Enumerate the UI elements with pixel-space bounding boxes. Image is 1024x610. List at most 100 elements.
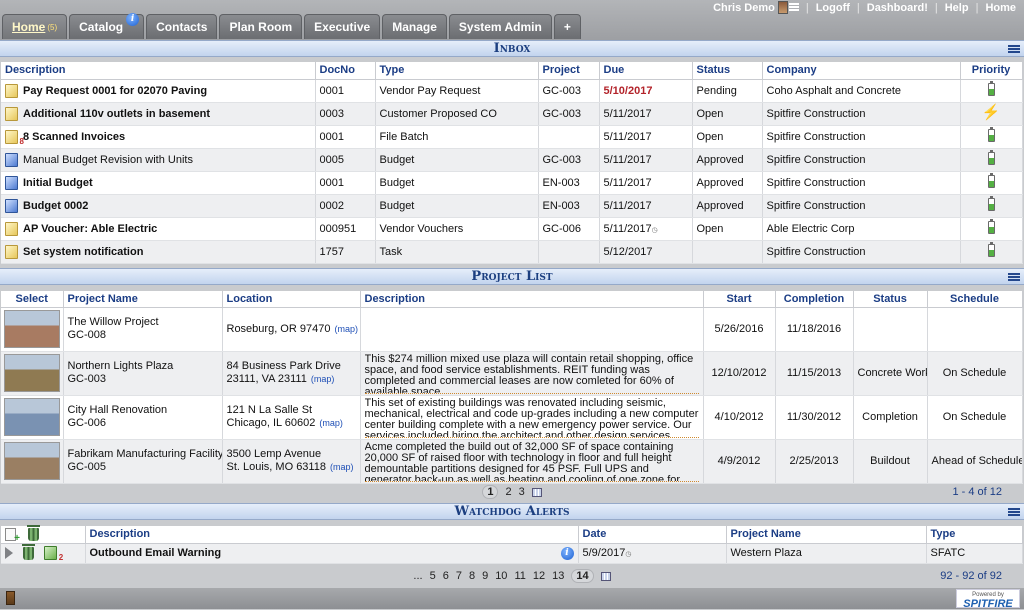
col-description[interactable]: Description: [1, 62, 316, 80]
inbox-row[interactable]: AP Voucher: Able Electric 000951 Vendor Vo…: [1, 217, 1023, 241]
project-row[interactable]: City Hall Renovation GC-006 121 N La Salle…: [1, 395, 1023, 440]
page-10[interactable]: 10: [495, 570, 507, 582]
col-description[interactable]: Description: [85, 526, 579, 544]
page-size-icon[interactable]: [531, 487, 542, 497]
inbox-menu-icon[interactable]: [1008, 45, 1020, 53]
page-5[interactable]: 5: [430, 570, 436, 582]
project-thumbnail[interactable]: [3, 442, 60, 480]
col-status[interactable]: Status: [692, 62, 763, 80]
col-schedule[interactable]: Schedule: [927, 291, 1023, 308]
tab-plan-room[interactable]: Plan Room: [219, 14, 303, 39]
document-icon[interactable]: 2: [44, 546, 63, 562]
col-completion[interactable]: Completion: [775, 291, 854, 308]
tab-add[interactable]: +: [553, 14, 581, 39]
inbox-row[interactable]: 88 Scanned Invoices 0001 File Batch 5/11/20…: [1, 125, 1023, 149]
yellow-folder-icon[interactable]: [5, 83, 18, 98]
col-priority[interactable]: Priority: [960, 62, 1023, 80]
col-description[interactable]: Description: [360, 291, 704, 308]
project-list-title: Project List: [471, 269, 553, 284]
record-count: 1 - 4 of 12: [952, 486, 1002, 498]
delete-icon[interactable]: [22, 543, 36, 560]
col-type[interactable]: Type: [375, 62, 539, 80]
page-2[interactable]: 2: [505, 486, 511, 498]
delete-all-icon[interactable]: [27, 524, 41, 541]
project-schedule: On Schedule: [927, 395, 1023, 440]
project-thumbnail[interactable]: [3, 398, 60, 436]
yellow-folder-icon[interactable]: [5, 244, 18, 259]
col-location[interactable]: Location: [222, 291, 361, 308]
inbox-row[interactable]: Initial Budget 0001 Budget EN-003 5/11/2017 A…: [1, 171, 1023, 195]
inbox-type: Customer Proposed CO: [375, 102, 539, 126]
project-row[interactable]: The Willow Project GC-008 Roseburg, OR 974…: [1, 307, 1023, 352]
watchdog-row[interactable]: 2 Outbound Email Warning i 5/9/2017◷ Wes…: [1, 543, 1023, 564]
col-project-name[interactable]: Project Name: [726, 526, 927, 544]
col-docno[interactable]: DocNo: [315, 62, 376, 80]
info-icon[interactable]: i: [126, 13, 140, 26]
inbox-row[interactable]: Set system notification 1757 Task 5/12/2017…: [1, 240, 1023, 264]
page-3[interactable]: 3: [519, 486, 525, 498]
page-11[interactable]: 11: [514, 570, 525, 582]
tab-manage[interactable]: Manage: [382, 14, 447, 39]
tab-catalog[interactable]: Catalog i: [69, 13, 145, 39]
dashboard-link[interactable]: Dashboard!: [867, 2, 928, 14]
project-row[interactable]: Fabrikam Manufacturing Facility GC-005 350…: [1, 439, 1023, 484]
project-list-menu-icon[interactable]: [1008, 273, 1020, 281]
user-menu-icon[interactable]: [788, 3, 799, 12]
map-link[interactable]: (map): [311, 374, 335, 384]
tab-contacts[interactable]: Contacts: [146, 14, 218, 39]
page-6[interactable]: 6: [443, 570, 449, 582]
yellow-folder-icon[interactable]: 8: [5, 129, 24, 146]
col-due[interactable]: Due: [599, 62, 693, 80]
tab-executive[interactable]: Executive: [304, 14, 381, 39]
yellow-folder-icon[interactable]: [5, 106, 18, 121]
tab-system-admin[interactable]: System Admin: [448, 14, 552, 39]
help-link[interactable]: Help: [945, 2, 969, 14]
watchdog-type: SFATC: [926, 543, 1023, 564]
col-project[interactable]: Project: [538, 62, 600, 80]
page-13[interactable]: 13: [552, 570, 564, 582]
inbox-row[interactable]: Pay Request 0001 for 02070 Paving 0001 Ven…: [1, 79, 1023, 103]
blue-folder-icon[interactable]: [5, 175, 18, 190]
project-location: 84 Business Park Drive 23111, VA 23111 (ma…: [222, 351, 361, 396]
home-link[interactable]: Home: [985, 2, 1016, 14]
page-size-icon[interactable]: [600, 571, 611, 581]
inbox-docno: 0001: [315, 125, 376, 149]
blue-folder-icon[interactable]: [5, 152, 18, 167]
tab-home[interactable]: Home (5): [2, 14, 68, 39]
col-date[interactable]: Date: [578, 526, 727, 544]
page-1[interactable]: 1: [482, 485, 499, 499]
page-8[interactable]: 8: [469, 570, 475, 582]
inbox-row[interactable]: Manual Budget Revision with Units 0005 Bud…: [1, 148, 1023, 172]
inbox-row[interactable]: Budget 0002 0002 Budget EN-003 5/11/2017 Appr…: [1, 194, 1023, 218]
project-thumbnail[interactable]: [3, 310, 60, 348]
page-ellipsis[interactable]: ...: [413, 570, 422, 582]
inbox-row[interactable]: Additional 110v outlets in basement 0003 C…: [1, 102, 1023, 126]
col-company[interactable]: Company: [762, 62, 961, 80]
user-avatar[interactable]: [777, 1, 788, 14]
map-link[interactable]: (map): [330, 462, 354, 472]
new-alert-icon[interactable]: [5, 527, 20, 544]
project-row[interactable]: Northern Lights Plaza GC-003 84 Business P…: [1, 351, 1023, 396]
info-icon[interactable]: i: [560, 546, 574, 560]
expand-icon[interactable]: [5, 547, 13, 559]
map-link[interactable]: (map): [319, 418, 343, 428]
project-thumbnail[interactable]: [3, 354, 60, 392]
exit-door-icon[interactable]: [6, 591, 15, 605]
page-9[interactable]: 9: [482, 570, 488, 582]
col-select[interactable]: Select: [1, 291, 64, 308]
logoff-link[interactable]: Logoff: [816, 2, 850, 14]
col-type[interactable]: Type: [926, 526, 1023, 544]
inbox-description: 88 Scanned Invoices: [1, 125, 316, 149]
page-7[interactable]: 7: [456, 570, 462, 582]
yellow-folder-icon[interactable]: [5, 221, 18, 236]
page-12[interactable]: 12: [533, 570, 545, 582]
watchdog-menu-icon[interactable]: [1008, 508, 1020, 516]
user-bar: Chris Demo | Logoff | Dashboard! | Help …: [713, 1, 1016, 14]
map-link[interactable]: (map): [334, 324, 358, 334]
col-start[interactable]: Start: [703, 291, 776, 308]
watchdog-title: Watchdog Alerts: [454, 504, 570, 519]
col-project-name[interactable]: Project Name: [63, 291, 223, 308]
blue-folder-icon[interactable]: [5, 198, 18, 213]
page-14[interactable]: 14: [571, 569, 594, 583]
col-status[interactable]: Status: [853, 291, 928, 308]
